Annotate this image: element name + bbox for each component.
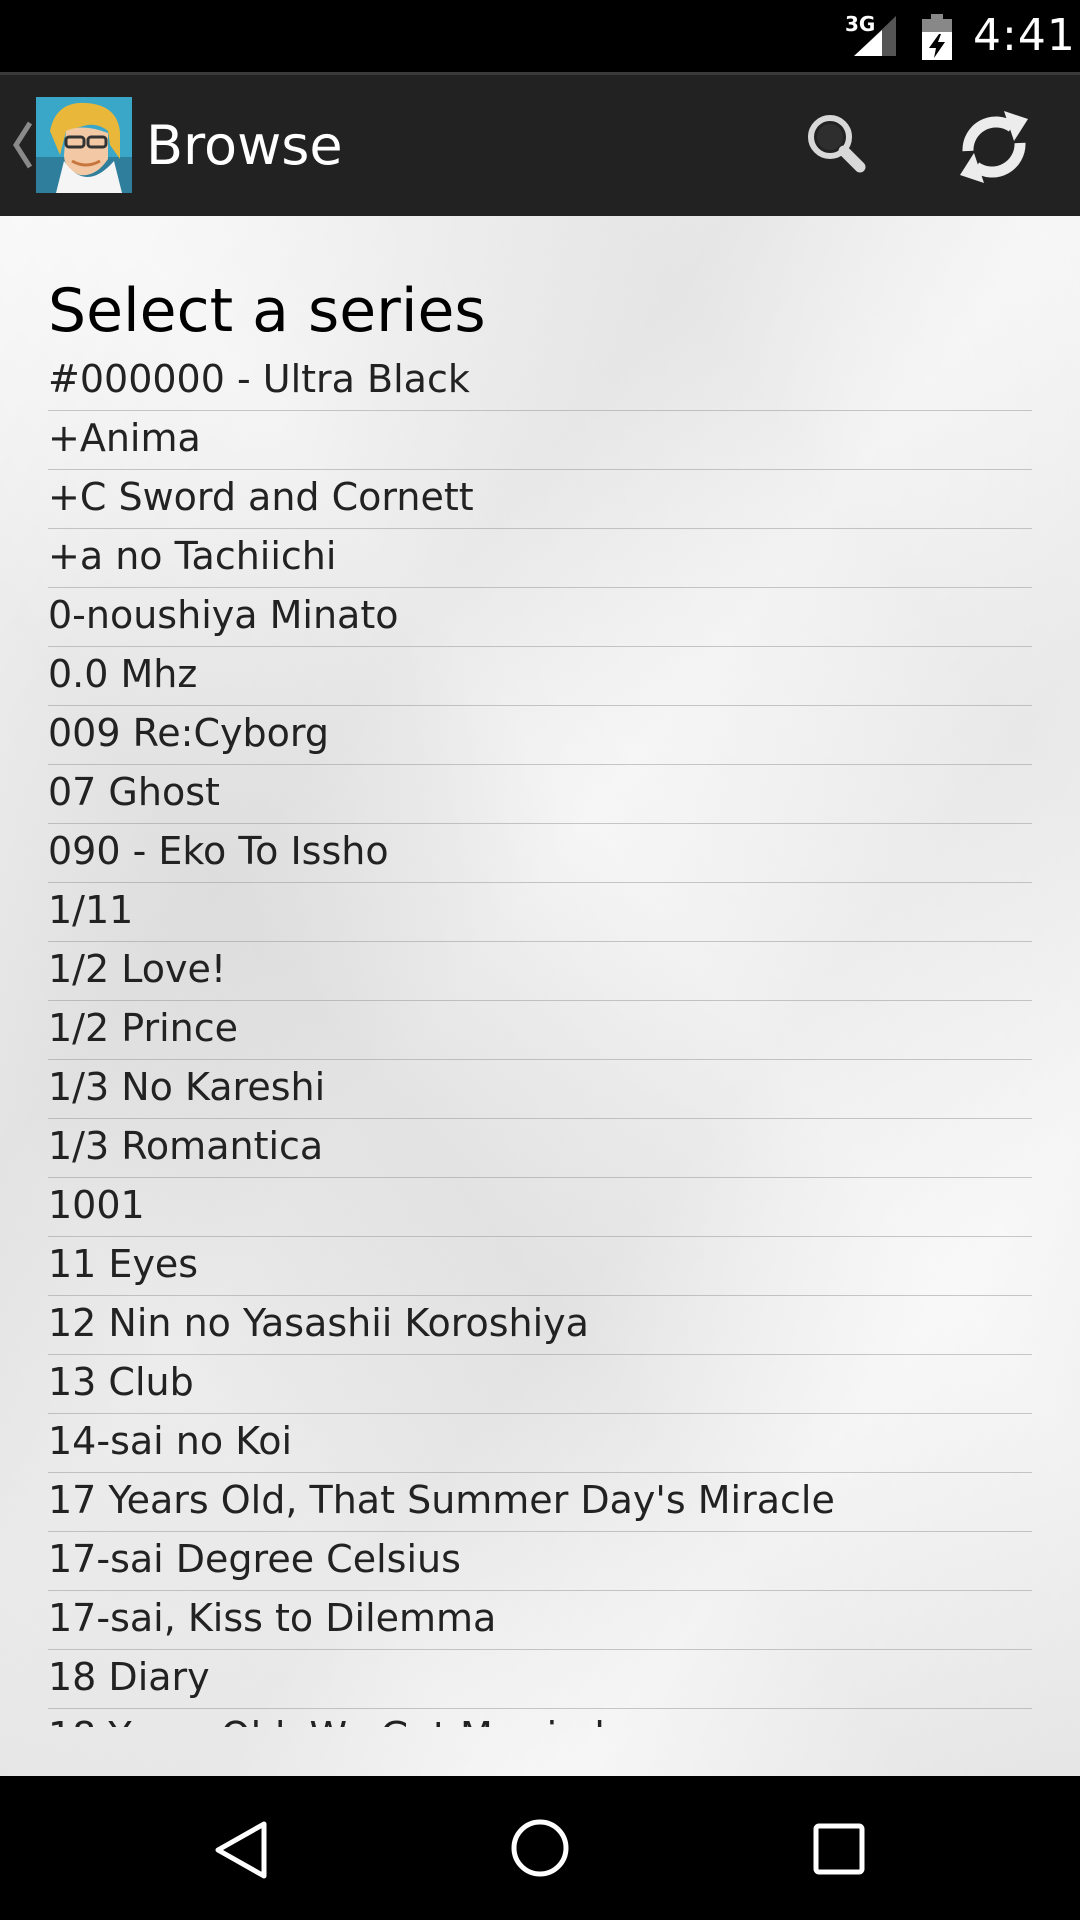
series-list-item[interactable]: 009 Re:Cyborg [48, 706, 1032, 765]
series-list-item[interactable]: 1/2 Love! [48, 942, 1032, 1001]
series-list-item[interactable]: 11 Eyes [48, 1237, 1032, 1296]
signal-icon [854, 16, 896, 56]
section-heading: Select a series [48, 276, 486, 346]
series-list-item[interactable]: 1001 [48, 1178, 1032, 1237]
series-list-item[interactable]: 0-noushiya Minato [48, 588, 1032, 647]
series-list-item[interactable]: 1/2 Prince [48, 1001, 1032, 1060]
search-icon[interactable] [772, 81, 904, 213]
clock: 4:41 [973, 10, 1076, 61]
home-icon[interactable] [460, 1776, 620, 1920]
recents-icon[interactable] [760, 1776, 920, 1920]
series-list-item[interactable]: +C Sword and Cornett [48, 470, 1032, 529]
series-list-item[interactable]: #000000 - Ultra Black [48, 352, 1032, 411]
series-list-item[interactable]: 1/3 No Kareshi [48, 1060, 1032, 1119]
list-viewport[interactable]: Select a series #000000 - Ultra Black +An… [0, 216, 1080, 1727]
series-list-item[interactable]: 0.0 Mhz [48, 647, 1032, 706]
series-list-item[interactable]: 14-sai no Koi [48, 1414, 1032, 1473]
action-bar: Browse [0, 72, 1080, 216]
series-list-item[interactable]: 07 Ghost [48, 765, 1032, 824]
series-list-item[interactable]: +Anima [48, 411, 1032, 470]
page-title: Browse [146, 114, 343, 177]
series-list-item[interactable]: +a no Tachiichi [48, 529, 1032, 588]
status-bar: 3G 4:41 [0, 0, 1080, 72]
series-list-item[interactable]: 18 Diary [48, 1650, 1032, 1709]
series-browser: Select a series #000000 - Ultra Black +An… [0, 216, 1080, 1776]
series-list-item[interactable]: 1/3 Romantica [48, 1119, 1032, 1178]
navigation-bar [0, 1776, 1080, 1920]
series-list-item[interactable]: 090 - Eko To Issho [48, 824, 1032, 883]
series-list-item[interactable]: 17-sai, Kiss to Dilemma [48, 1591, 1032, 1650]
series-list[interactable]: #000000 - Ultra Black +Anima +C Sword and … [48, 352, 1032, 1727]
chevron-left-icon[interactable] [10, 119, 34, 171]
avatar-image [36, 97, 132, 193]
refresh-icon[interactable] [928, 81, 1060, 213]
app-avatar[interactable] [36, 97, 132, 193]
series-list-item[interactable]: 13 Club [48, 1355, 1032, 1414]
series-list-item[interactable]: 18 Years Old, We Got Married [48, 1709, 1032, 1727]
back-icon[interactable] [160, 1776, 320, 1920]
series-list-item[interactable]: 17-sai Degree Celsius [48, 1532, 1032, 1591]
series-list-item[interactable]: 12 Nin no Yasashii Koroshiya [48, 1296, 1032, 1355]
series-list-item[interactable]: 1/11 [48, 883, 1032, 942]
battery-icon [922, 14, 952, 60]
series-list-item[interactable]: 17 Years Old, That Summer Day's Miracle [48, 1473, 1032, 1532]
